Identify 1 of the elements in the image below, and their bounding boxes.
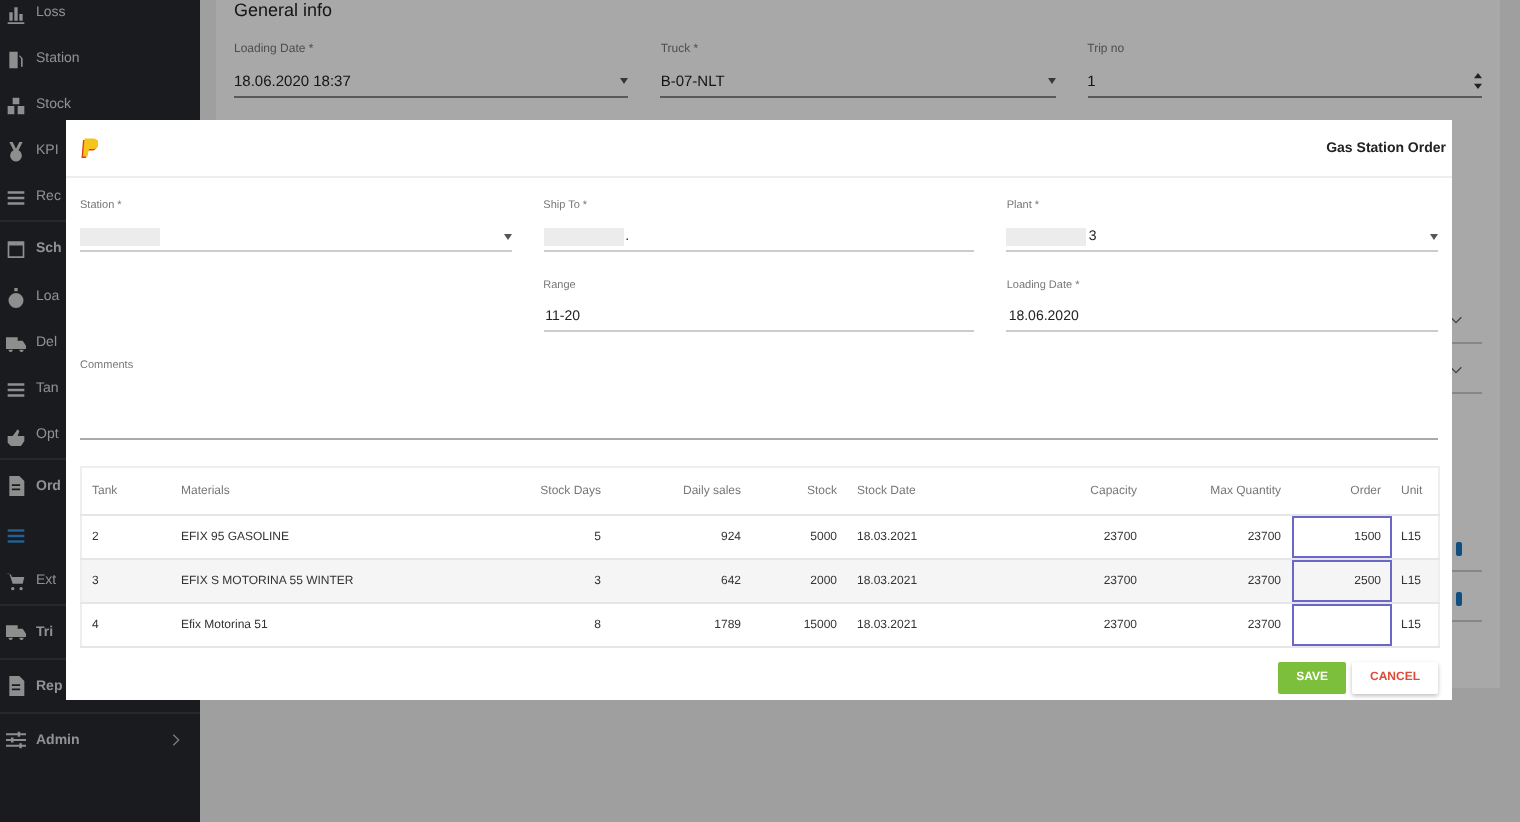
section-title: General info	[234, 0, 335, 20]
